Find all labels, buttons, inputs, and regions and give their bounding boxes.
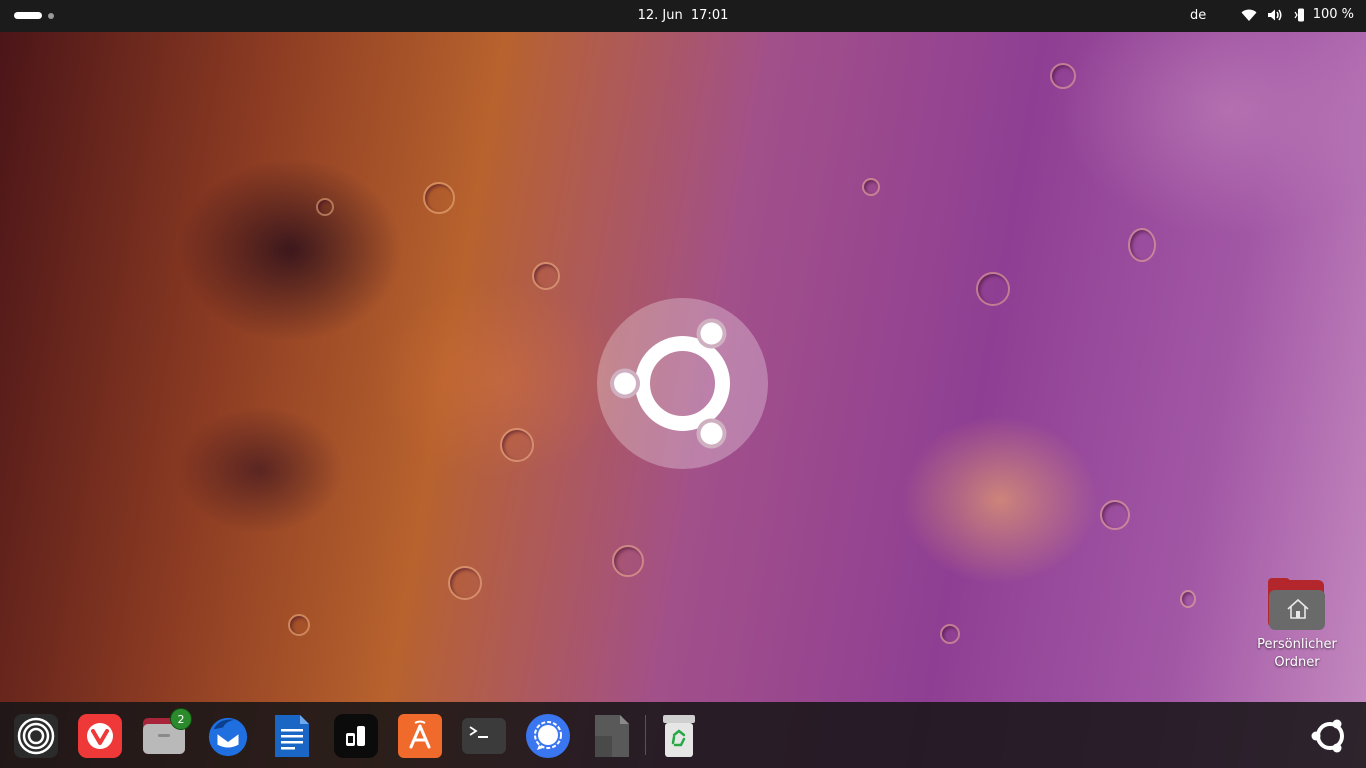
dock-item-vivaldi[interactable] (76, 712, 124, 760)
wifi-icon (1241, 8, 1257, 22)
wallpaper-crater (423, 182, 455, 214)
wallpaper-crater (1128, 228, 1156, 262)
dock-item-thunderbird[interactable] (204, 712, 252, 760)
home-folder-label-line2: Ordner (1274, 655, 1320, 670)
top-bar: 12. Jun 17:01 de 100 % (0, 0, 1366, 32)
store-icon (398, 714, 442, 758)
dock-item-files[interactable]: 2 (140, 708, 192, 760)
wallpaper-crater (1180, 590, 1196, 608)
system-tray[interactable]: 100 % (1241, 7, 1354, 22)
wallpaper-crater (1050, 63, 1076, 89)
volume-icon (1267, 8, 1283, 22)
wallpaper-crater (532, 262, 560, 290)
wallpaper-crater (612, 545, 644, 577)
dock-item-signal[interactable] (524, 712, 572, 760)
dock: 2 (0, 702, 1366, 768)
wallpaper-crater (862, 178, 880, 196)
wallpaper-crater (288, 614, 310, 636)
vivaldi-icon (78, 714, 122, 758)
files-badge: 2 (170, 708, 192, 730)
battery-indicator: 100 % (1293, 7, 1354, 22)
dock-item-disk-usage[interactable] (12, 712, 60, 760)
signal-icon (526, 714, 570, 758)
terminal-icon (462, 718, 506, 754)
wallpaper-crater (448, 566, 482, 600)
ubuntu-logo-icon (1308, 714, 1352, 758)
dock-separator (645, 715, 646, 755)
battery-icon (1293, 8, 1309, 22)
wallpaper-crater (940, 624, 960, 644)
wallpaper-crater (1100, 500, 1130, 530)
home-folder-icon (1268, 578, 1326, 630)
time-label: 17:01 (690, 8, 729, 23)
home-folder-label-line1: Persönlicher (1257, 637, 1337, 652)
dock-item-app-launcher[interactable] (332, 712, 380, 760)
clock[interactable]: 12. Jun 17:01 (0, 8, 1366, 23)
wallpaper-crater (316, 198, 334, 216)
writer-icon (270, 714, 314, 758)
grey-app-icon (590, 714, 634, 758)
date-label: 12. Jun (637, 8, 683, 23)
wallpaper-crater (976, 272, 1010, 306)
dock-item-trash[interactable] (655, 712, 703, 760)
folder-icon: 2 (142, 708, 192, 758)
dark-app-icon (334, 714, 378, 758)
keyboard-layout-indicator[interactable]: de (1190, 8, 1206, 23)
ubuntu-logo-watermark (597, 298, 768, 469)
home-folder-desktop-icon[interactable]: Persönlicher Ordner (1250, 578, 1344, 672)
home-folder-label: Persönlicher Ordner (1250, 636, 1344, 672)
battery-percent: 100 % (1312, 7, 1354, 22)
dock-item-terminal[interactable] (460, 712, 508, 760)
trash-icon (657, 714, 701, 758)
rings-icon (14, 714, 58, 758)
dock-item-unknown-app[interactable] (588, 712, 636, 760)
dock-item-app-center[interactable] (396, 712, 444, 760)
show-apps-button[interactable] (1306, 712, 1354, 760)
thunderbird-icon (206, 714, 250, 758)
wallpaper-crater (500, 428, 534, 462)
dock-item-libreoffice-writer[interactable] (268, 712, 316, 760)
